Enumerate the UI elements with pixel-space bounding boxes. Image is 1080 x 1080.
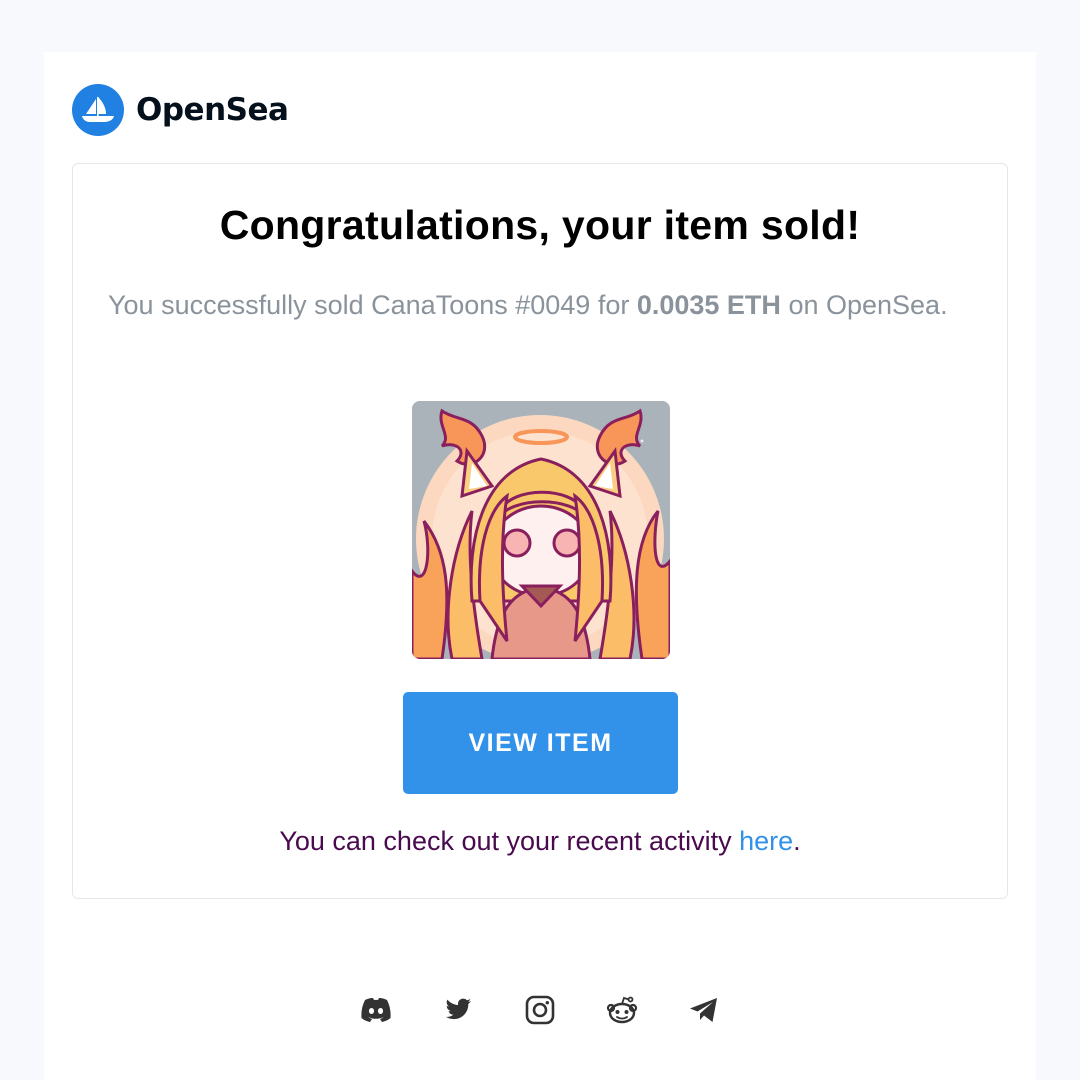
sale-card: Congratulations, your item sold! You suc… bbox=[72, 163, 1008, 899]
social-links bbox=[44, 992, 1036, 1028]
page-title: Congratulations, your item sold! bbox=[219, 202, 861, 248]
reddit-icon[interactable] bbox=[601, 992, 643, 1028]
telegram-icon[interactable] bbox=[683, 992, 725, 1028]
instagram-icon[interactable] bbox=[519, 992, 561, 1028]
nft-artwork-icon bbox=[412, 401, 670, 659]
sale-price: 0.0035 ETH bbox=[636, 290, 781, 320]
brand-name: OpenSea bbox=[136, 92, 289, 128]
twitter-icon[interactable] bbox=[437, 992, 479, 1028]
opensea-logo-icon bbox=[72, 84, 124, 136]
sale-message: You successfully sold CanaToons #0049 fo… bbox=[108, 286, 968, 325]
activity-period: . bbox=[793, 826, 801, 856]
brand-header[interactable]: OpenSea bbox=[72, 84, 289, 136]
activity-text: You can check out your recent activity bbox=[279, 826, 740, 856]
activity-note: You can check out your recent activity h… bbox=[73, 826, 1007, 857]
sale-message-suffix: on OpenSea. bbox=[780, 290, 948, 320]
item-image[interactable] bbox=[412, 401, 670, 659]
discord-icon[interactable] bbox=[355, 992, 397, 1028]
email-body: OpenSea Congratulations, your item sold!… bbox=[44, 52, 1036, 1080]
sale-message-text: You successfully sold CanaToons #0049 fo… bbox=[108, 290, 637, 320]
activity-here-link[interactable]: here bbox=[739, 826, 793, 856]
view-item-button[interactable]: VIEW ITEM bbox=[403, 692, 678, 794]
